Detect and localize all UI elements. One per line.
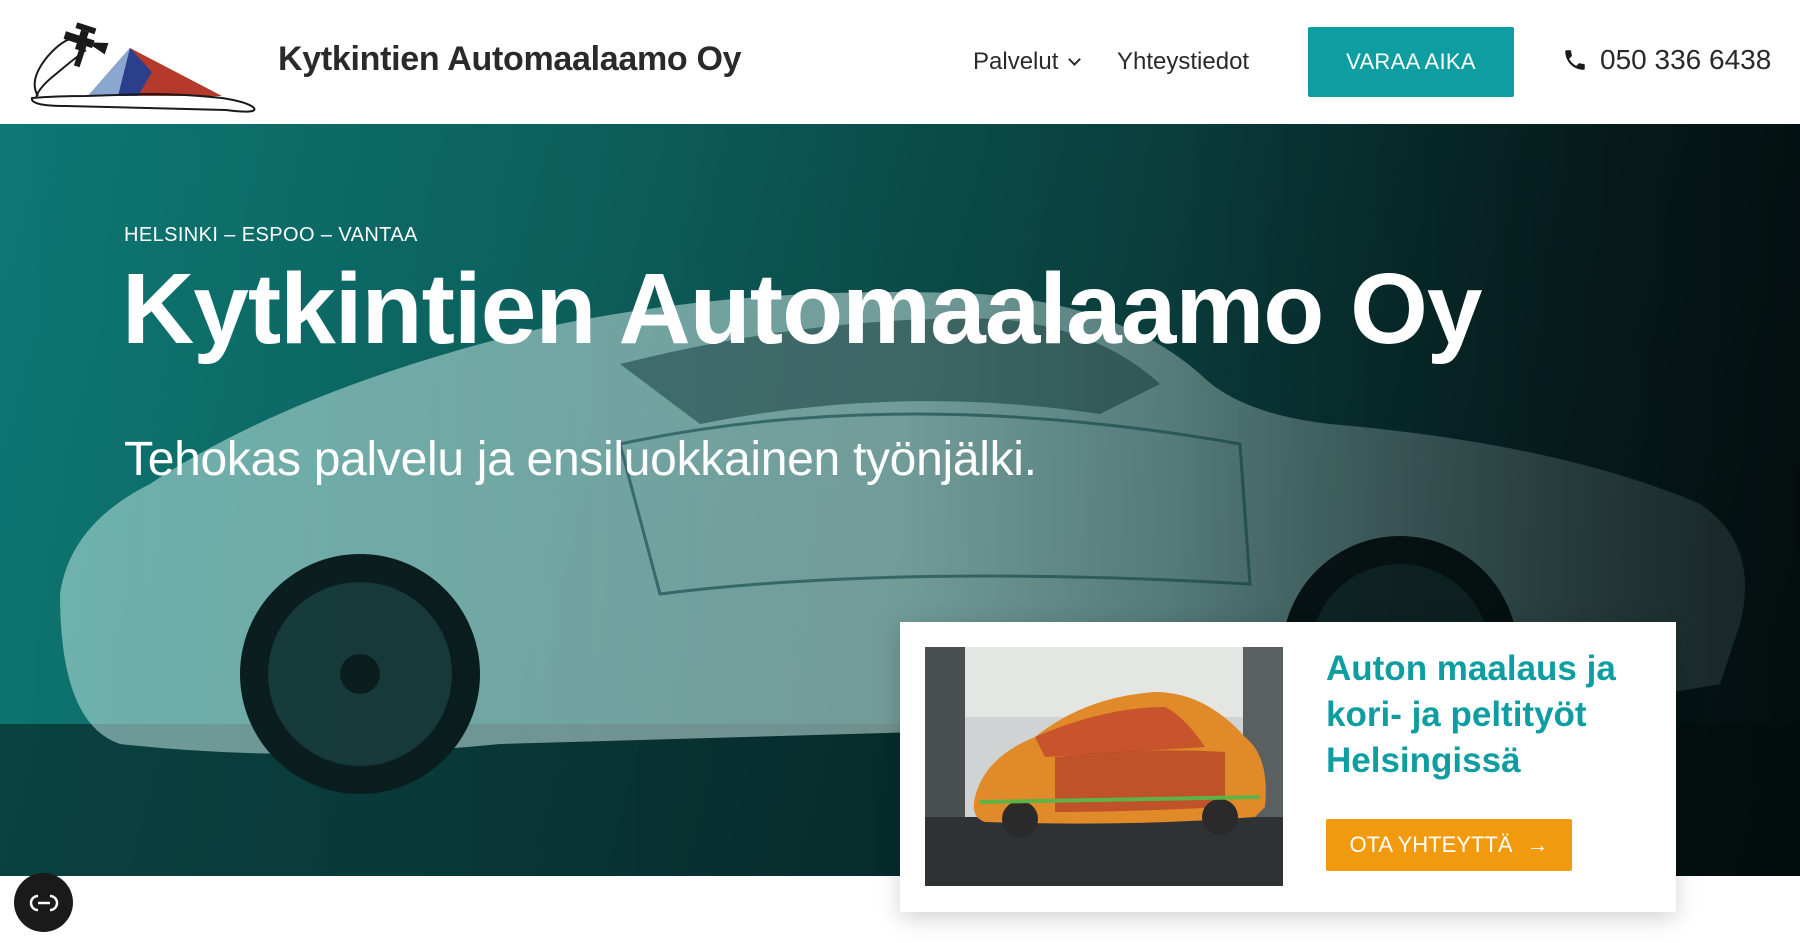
chevron-down-icon: [1068, 52, 1082, 66]
contact-us-button-label: OTA YHTEYTTÄ: [1349, 832, 1513, 857]
brand-name[interactable]: Kytkintien Automaalaamo Oy: [278, 40, 742, 79]
nav-item-services[interactable]: Palvelut: [973, 48, 1082, 76]
nav-item-services-label: Palvelut: [973, 48, 1059, 75]
arrow-right-icon: →: [1526, 832, 1549, 857]
hero-locations: HELSINKI – ESPOO – VANTAA: [124, 224, 418, 246]
nav-item-contact[interactable]: Yhteystiedot: [1117, 48, 1249, 76]
site-header: Kytkintien Automaalaamo Oy Palvelut Yhte…: [0, 0, 1800, 124]
hero-subtitle: Tehokas palvelu ja ensiluokkainen työnjä…: [124, 433, 1037, 486]
service-card: Auton maalaus ja kori- ja peltityöt Hels…: [900, 622, 1676, 912]
hero-title: Kytkintien Automaalaamo Oy: [122, 253, 1482, 365]
phone-icon: [1565, 50, 1585, 70]
book-appointment-button[interactable]: VARAA AIKA: [1308, 27, 1514, 97]
car-paint-booth-image: [925, 647, 1283, 886]
phone-number: 050 336 6438: [1600, 44, 1772, 75]
nav-item-contact-label: Yhteystiedot: [1117, 48, 1250, 75]
accessibility-icon: [29, 894, 58, 911]
service-card-title: Auton maalaus ja kori- ja peltityöt Hels…: [1326, 649, 1616, 780]
contact-us-button[interactable]: OTA YHTEYTTÄ →: [1326, 819, 1572, 871]
accessibility-button[interactable]: [14, 873, 73, 932]
phone-link[interactable]: 050 336 6438: [1562, 44, 1771, 76]
company-logo[interactable]: [26, 10, 258, 114]
